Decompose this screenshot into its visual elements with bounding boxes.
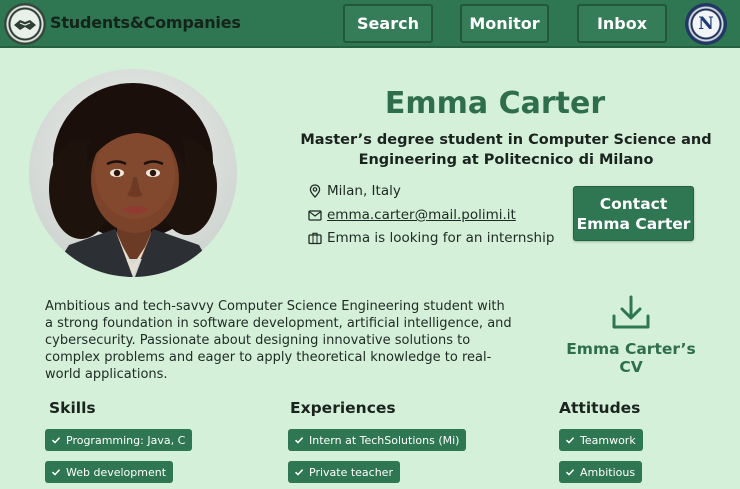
- monitor-button[interactable]: Monitor: [460, 4, 549, 43]
- cv-download-link[interactable]: Emma Carter’s CV: [558, 340, 704, 376]
- profile-bio: Ambitious and tech-savvy Computer Scienc…: [45, 299, 512, 382]
- email-link[interactable]: emma.carter@mail.polimi.it: [327, 207, 516, 223]
- experience-chip: Intern at TechSolutions (Mi): [288, 429, 467, 451]
- search-button[interactable]: Search: [343, 4, 433, 43]
- profile-subtitle: Master’s degree student in Computer Scie…: [300, 132, 712, 168]
- check-icon: [51, 437, 61, 444]
- skill-chip: Programming: Java, C: [45, 429, 193, 451]
- profile-name: Emma Carter: [384, 86, 606, 121]
- skill-chip-label: Programming: Java, C: [66, 433, 186, 447]
- attitude-chip-label: Ambitious: [580, 465, 636, 479]
- skill-chip-label: Web development: [66, 465, 167, 479]
- skills-heading: Skills: [49, 399, 96, 417]
- status-text: Emma is looking for an internship: [327, 230, 555, 246]
- download-icon[interactable]: [611, 294, 651, 332]
- briefcase-icon: [308, 232, 322, 245]
- attitude-chip: Teamwork: [559, 429, 643, 451]
- envelope-icon: [308, 210, 322, 221]
- email-row: emma.carter@mail.polimi.it: [308, 207, 516, 223]
- location-row: Milan, Italy: [308, 183, 401, 199]
- check-icon: [294, 469, 304, 476]
- attitudes-heading: Attitudes: [559, 399, 641, 417]
- check-icon: [565, 469, 575, 476]
- profile-photo: [29, 69, 237, 277]
- check-icon: [51, 469, 61, 476]
- handshake-logo-icon[interactable]: [4, 3, 46, 45]
- experience-chip: Private teacher: [288, 461, 400, 483]
- university-logo-icon[interactable]: N: [685, 3, 727, 45]
- experiences-heading: Experiences: [290, 399, 396, 417]
- check-icon: [565, 437, 575, 444]
- check-icon: [294, 437, 304, 444]
- map-pin-icon: [309, 184, 321, 198]
- attitude-chip: Ambitious: [559, 461, 643, 483]
- attitude-chip-label: Teamwork: [580, 433, 636, 447]
- location-text: Milan, Italy: [327, 183, 401, 199]
- skill-chip: Web development: [45, 461, 174, 483]
- inbox-button[interactable]: Inbox: [577, 4, 667, 43]
- status-row: Emma is looking for an internship: [308, 230, 554, 246]
- university-logo-letter: N: [698, 14, 714, 34]
- experience-chip-label: Intern at TechSolutions (Mi): [309, 433, 460, 447]
- brand-name[interactable]: Students&Companies: [50, 13, 241, 32]
- contact-button[interactable]: Contact Emma Carter: [573, 186, 694, 241]
- top-navigation-bar: Students&Companies Search Monitor Inbox …: [0, 0, 740, 48]
- experience-chip-label: Private teacher: [309, 465, 393, 479]
